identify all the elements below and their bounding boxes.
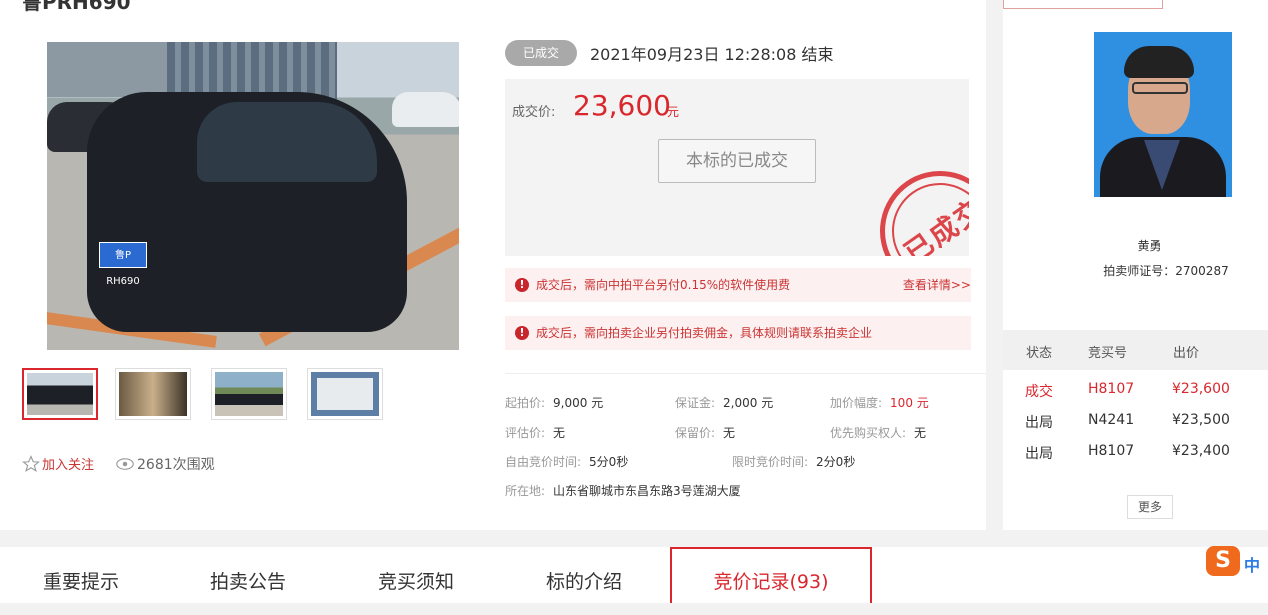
tab-important-notice[interactable]: 重要提示 xyxy=(43,567,119,594)
detail-tabs: 重要提示 拍卖公告 竞买须知 标的介绍 竞价记录(93) xyxy=(0,547,1268,603)
bid-row: 出局 N4241 ¥23,500 xyxy=(1025,412,1230,431)
fee-details-link[interactable]: 查看详情>> xyxy=(903,268,971,302)
reserve-price: 保留价: 无 xyxy=(675,426,736,440)
fee-notice: ! 成交后，需向中拍平台另付0.15%的软件使用费 查看详情>> xyxy=(505,268,971,302)
alert-icon: ! xyxy=(515,278,529,292)
ime-logo-icon[interactable]: S xyxy=(1206,546,1240,576)
divider xyxy=(505,373,986,374)
tab-lot-introduction[interactable]: 标的介绍 xyxy=(546,567,622,594)
thumbnail-4[interactable] xyxy=(307,368,383,420)
appraisal-price: 评估价: 无 xyxy=(505,426,566,440)
bid-table-header: 状态 竞买号 出价 xyxy=(1003,330,1268,370)
tab-bid-records[interactable]: 竞价记录(93) xyxy=(670,547,872,603)
free-bid-time: 自由竞价时间: 5分0秒 xyxy=(505,455,629,469)
priority-buyer: 优先购买权人: 无 xyxy=(830,426,927,440)
thumbnail-1[interactable] xyxy=(22,368,98,420)
col-status: 状态 xyxy=(1026,346,1053,361)
eye-icon xyxy=(116,458,134,470)
price-unit: 元 xyxy=(667,105,680,119)
tab-bidding-rules[interactable]: 竞买须知 xyxy=(378,567,454,594)
more-bids-button[interactable]: 更多 xyxy=(1127,495,1173,519)
limit-bid-time: 限时竞价时间: 2分0秒 xyxy=(732,455,856,469)
lot-title: 鲁PRH690 xyxy=(22,0,131,14)
col-price: 出价 xyxy=(1173,346,1200,361)
auctioneer-name: 黄勇 xyxy=(1137,239,1162,253)
alert-icon: ! xyxy=(515,326,529,340)
view-count: 2681次围观 xyxy=(116,454,215,474)
view-count-label: 2681次围观 xyxy=(137,457,215,473)
end-time: 2021年09月23日 12:28:08 结束 xyxy=(590,45,834,64)
price-label: 成交价: xyxy=(512,105,556,120)
lot-main-panel: 鲁PRH690 鲁P RH690 加入关注 2681次围观 已成交 2021年0… xyxy=(0,0,986,530)
sidebar: 黄勇 拍卖师证号：2700287 状态 竞买号 出价 成交 H8107 ¥23,… xyxy=(1003,0,1268,530)
bid-increment: 加价幅度: 100 元 xyxy=(830,396,929,410)
deposit: 保证金: 2,000 元 xyxy=(675,396,774,410)
commission-notice-text: 成交后，需向拍卖企业另付拍卖佣金，具体规则请联系拍卖企业 xyxy=(536,326,873,340)
status-badge: 已成交 xyxy=(505,40,577,66)
location: 所在地: 山东省聊城市东昌东路3号莲湖大厦 xyxy=(505,484,741,498)
thumbnail-3[interactable] xyxy=(211,368,287,420)
tab-auction-announcement[interactable]: 拍卖公告 xyxy=(210,567,286,594)
final-price: 23,600 xyxy=(573,89,671,122)
follow-button[interactable]: 加入关注 xyxy=(22,454,94,473)
ime-language-indicator[interactable]: 中 xyxy=(1244,552,1260,576)
sidebar-top-tab xyxy=(1003,0,1163,9)
main-photo[interactable]: 鲁P RH690 xyxy=(47,42,459,350)
sold-stamp: 已成交 xyxy=(856,147,969,256)
thumbnail-2[interactable] xyxy=(115,368,191,420)
follow-label: 加入关注 xyxy=(42,458,95,473)
col-bidder: 竞买号 xyxy=(1088,346,1128,361)
price-box: 成交价: 23,600 元 本标的已成交 已成交 xyxy=(505,79,969,256)
auctioneer-cert: 拍卖师证号：2700287 xyxy=(1103,264,1229,278)
fee-notice-text: 成交后，需向中拍平台另付0.15%的软件使用费 xyxy=(536,278,791,292)
sold-button[interactable]: 本标的已成交 xyxy=(658,139,816,183)
auctioneer-photo xyxy=(1094,32,1232,197)
commission-notice: ! 成交后，需向拍卖企业另付拍卖佣金，具体规则请联系拍卖企业 xyxy=(505,316,971,350)
start-price: 起拍价: 9,000 元 xyxy=(505,396,604,410)
license-plate: 鲁P RH690 xyxy=(99,242,147,287)
bid-row: 成交 H8107 ¥23,600 xyxy=(1025,381,1230,400)
star-icon xyxy=(22,454,40,472)
bid-row: 出局 H8107 ¥23,400 xyxy=(1025,443,1230,462)
